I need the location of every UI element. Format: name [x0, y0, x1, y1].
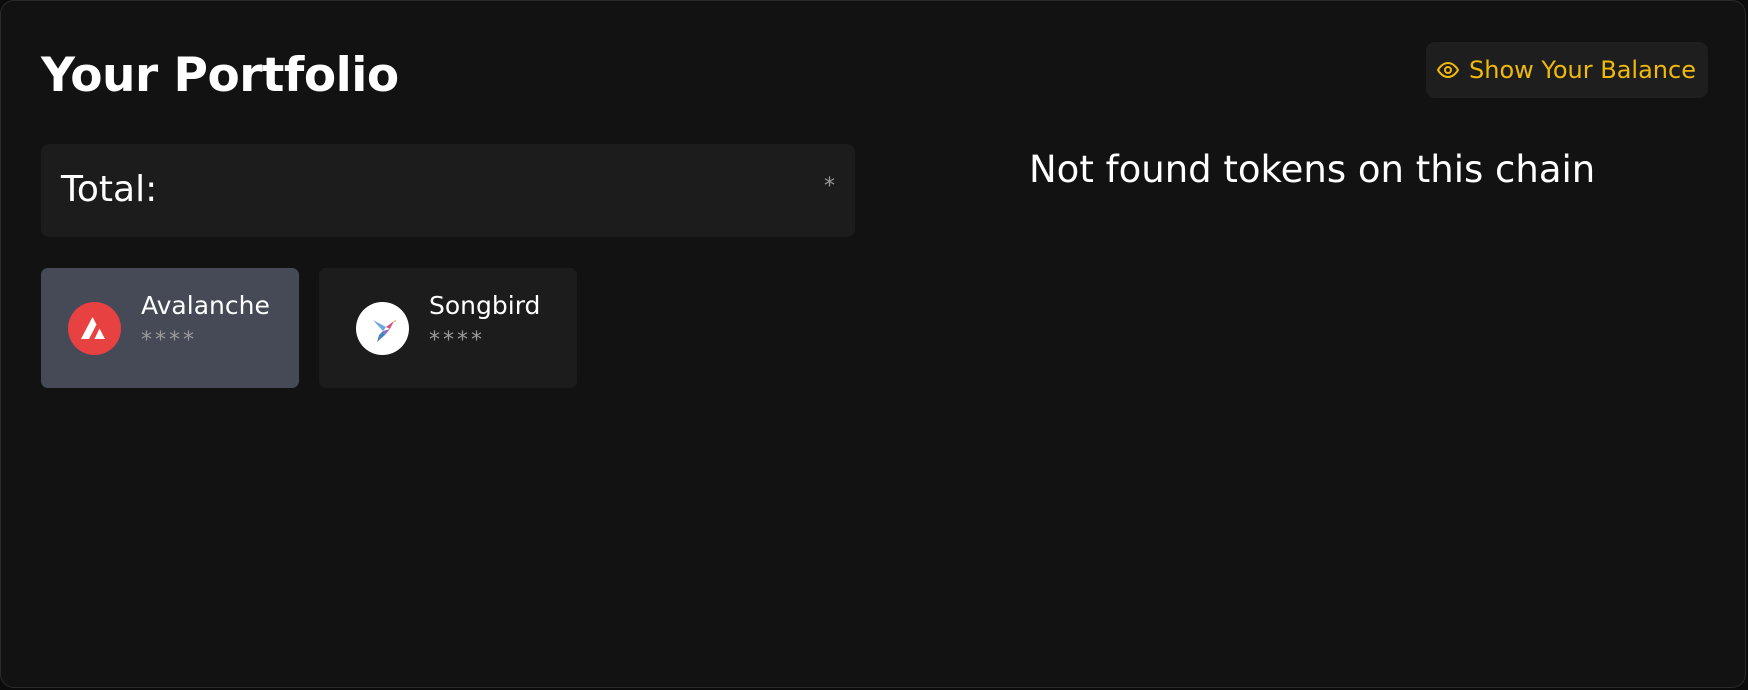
chain-card-songbird[interactable]: Songbird **** [319, 268, 577, 388]
total-label: Total: [61, 169, 158, 210]
total-box: Total: * [41, 144, 855, 237]
chain-name: Songbird [429, 291, 541, 320]
eye-icon [1435, 57, 1461, 83]
show-balance-button[interactable]: Show Your Balance [1426, 42, 1708, 98]
total-value: * [824, 174, 835, 199]
chain-name: Avalanche [141, 291, 270, 320]
avalanche-logo-icon [68, 302, 121, 355]
songbird-logo-icon [356, 302, 409, 355]
portfolio-panel: Your Portfolio Show Your Balance Total: … [0, 0, 1746, 688]
chain-balance: **** [429, 328, 485, 353]
chain-balance: **** [141, 328, 197, 353]
empty-tokens-message: Not found tokens on this chain [1029, 148, 1596, 191]
page-title: Your Portfolio [41, 48, 399, 103]
show-balance-label: Show Your Balance [1469, 56, 1696, 84]
chain-card-avalanche[interactable]: Avalanche **** [41, 268, 299, 388]
